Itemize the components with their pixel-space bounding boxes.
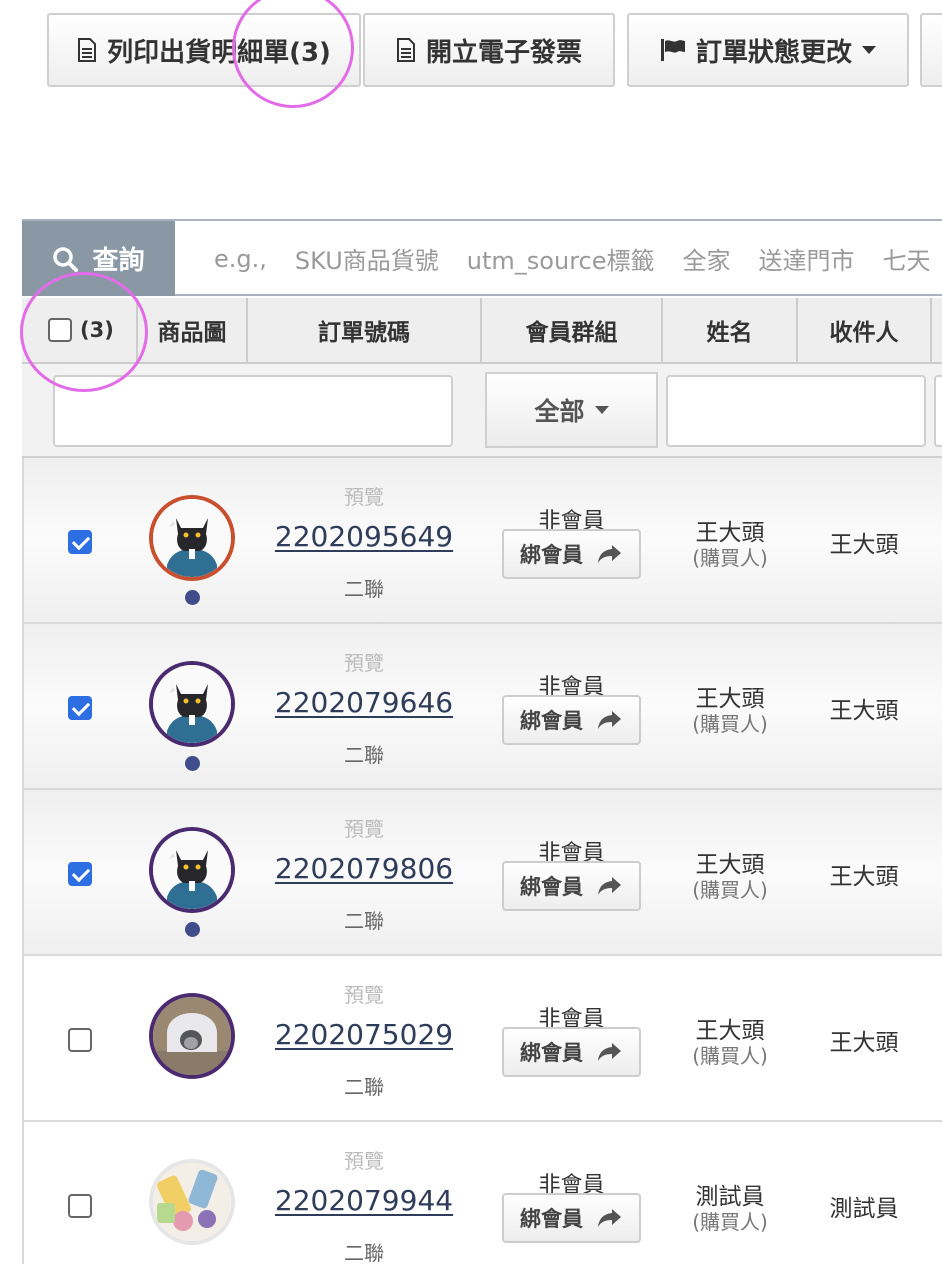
flag-icon [660,39,686,61]
preview-link[interactable]: 預覽 [264,647,464,676]
invoice-copy-type: 二聯 [344,909,384,933]
caret-down-icon [862,46,876,54]
buyer-tag: (購買人) [692,546,768,570]
search-hint: 七天 [882,247,931,275]
table-row[interactable]: 預覽 2202079944 二聯 非會員 綁會員 測試員 (購買人) 測試員 [24,1122,942,1264]
table-row[interactable]: 預覽 2202079646 二聯 非會員 綁會員 王大頭 (購買人) 王大頭 [24,624,942,790]
search-hint: utm_source標籤 [466,247,655,275]
bind-member-label: 綁會員 [520,543,583,567]
order-no-filter-input[interactable] [53,375,453,447]
buyer-tag: (購買人) [692,878,768,902]
status-dot [185,756,200,771]
order-number-link[interactable]: 2202079646 [264,686,464,719]
bind-member-label: 綁會員 [520,709,583,733]
selected-count: (3) [80,318,114,342]
order-status-dropdown-button[interactable]: 訂單狀態更改 [627,13,909,87]
column-header-order-no[interactable]: 訂單號碼 [248,298,482,362]
bind-member-button[interactable]: 綁會員 [502,861,641,911]
column-header-recipient[interactable]: 收件人 [798,298,932,362]
preview-link[interactable]: 預覽 [264,979,464,1008]
buyer-tag: (購買人) [692,1044,768,1068]
bind-member-label: 綁會員 [520,1207,583,1231]
bind-member-button[interactable]: 綁會員 [502,1193,641,1243]
search-hint: e.g., [214,244,267,273]
recipient-filter-input[interactable] [934,375,942,447]
order-status-label: 訂單狀態更改 [695,37,852,68]
name-filter-input[interactable] [666,375,926,447]
member-group-filter-value: 全部 [534,397,585,426]
select-all-checkbox[interactable] [48,318,72,342]
preview-link[interactable]: 預覽 [264,1145,464,1174]
issue-e-invoice-button[interactable]: 開立電子發票 [363,13,615,87]
search-hint: 送達門市 [758,247,855,275]
invoice-copy-type: 二聯 [344,743,384,767]
bind-member-button[interactable]: 綁會員 [502,1027,641,1077]
cat-avatar[interactable] [153,499,231,577]
table-header: (3) 商品圖 訂單號碼 會員群組 姓名 收件人 [22,298,942,364]
search-icon [53,246,79,272]
litter-box-avatar[interactable] [153,997,231,1075]
print-packing-list-label: 列印出貨明細單(3) [107,37,331,68]
bind-member-label: 綁會員 [520,1041,583,1065]
recipient-name: 測試員 [829,1196,899,1222]
row-checkbox[interactable] [68,1194,92,1218]
bind-member-button[interactable]: 綁會員 [502,695,641,745]
bind-member-label: 綁會員 [520,875,583,899]
recipient-name: 王大頭 [829,698,899,724]
table-row[interactable]: 預覽 2202079806 二聯 非會員 綁會員 王大頭 (購買人) 王大頭 [24,790,942,956]
recipient-name: 王大頭 [829,1030,899,1056]
search-bar: 查詢 e.g., SKU商品貨號 utm_source標籤 全家 送達門市 七天 [22,219,942,296]
caret-down-icon [594,406,609,414]
row-checkbox[interactable] [68,696,92,720]
row-checkbox[interactable] [68,1028,92,1052]
food-avatar[interactable] [153,1163,231,1241]
preview-link[interactable]: 預覽 [264,481,464,510]
search-input[interactable]: e.g., SKU商品貨號 utm_source標籤 全家 送達門市 七天 [214,221,942,296]
order-number-link[interactable]: 2202079944 [264,1184,464,1217]
search-hint: SKU商品貨號 [294,247,439,275]
bind-member-button[interactable]: 綁會員 [502,529,641,579]
document-icon [77,38,97,62]
share-arrow-icon [598,1043,621,1061]
share-arrow-icon [598,877,621,895]
column-header-member-group[interactable]: 會員群組 [482,298,663,362]
buyer-tag: (購買人) [692,1210,768,1234]
invoice-copy-type: 二聯 [344,1241,384,1264]
search-button-label: 查詢 [92,246,145,276]
row-checkbox[interactable] [68,530,92,554]
select-all-header: (3) [22,298,138,362]
member-group-filter-select[interactable]: 全部 [485,372,658,448]
share-arrow-icon [598,711,621,729]
toolbar-more-button[interactable] [920,13,942,87]
issue-e-invoice-label: 開立電子發票 [425,37,582,68]
table-row[interactable]: 預覽 2202095649 二聯 非會員 綁會員 王大頭 (購買人) 王大頭 [24,458,942,624]
print-packing-list-button[interactable]: 列印出貨明細單(3) [47,13,361,87]
column-header-name[interactable]: 姓名 [663,298,798,362]
preview-link[interactable]: 預覽 [264,813,464,842]
cat-avatar[interactable] [153,665,231,743]
status-dot [185,922,200,937]
recipient-name: 王大頭 [829,864,899,890]
row-checkbox[interactable] [68,862,92,886]
search-button[interactable]: 查詢 [22,221,175,296]
status-dot [185,590,200,605]
filter-row: 全部 [22,364,942,458]
order-number-link[interactable]: 2202095649 [264,520,464,553]
order-number-link[interactable]: 2202079806 [264,852,464,885]
recipient-name: 王大頭 [829,532,899,558]
share-arrow-icon [598,545,621,563]
column-header-image[interactable]: 商品圖 [138,298,248,362]
search-hint: 全家 [682,247,731,275]
table-row[interactable]: 預覽 2202075029 二聯 非會員 綁會員 王大頭 (購買人) 王大頭 [24,956,942,1122]
cat-avatar[interactable] [153,831,231,909]
invoice-copy-type: 二聯 [344,1075,384,1099]
document-icon [396,38,416,62]
buyer-tag: (購買人) [692,712,768,736]
invoice-copy-type: 二聯 [344,577,384,601]
order-number-link[interactable]: 2202075029 [264,1018,464,1051]
share-arrow-icon [598,1209,621,1227]
